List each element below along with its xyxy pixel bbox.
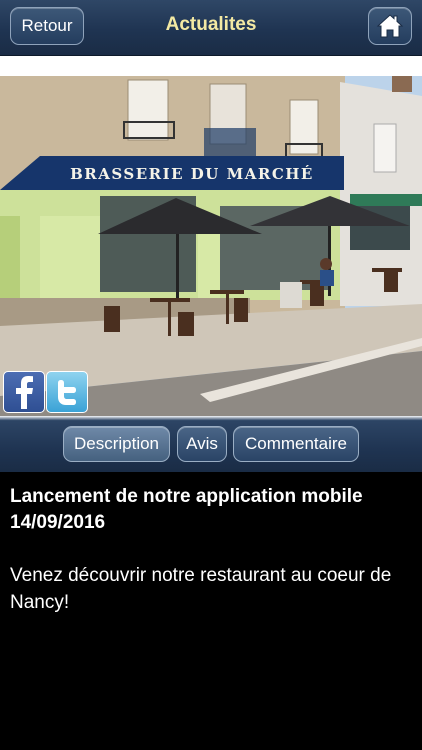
page-title: Actualites [165,14,257,35]
restaurant-photo: BRASSERIE DU MARCHÉ [0,76,422,416]
article-title: Lancement de notre application mobile [10,486,363,507]
facebook-icon [16,376,33,409]
article-content: Lancement de notre application mobile 14… [0,472,422,750]
article-date: 14/09/2016 [10,512,106,533]
brasserie-sign: BRASSERIE DU MARCHÉ [70,165,314,183]
tab-commentaire[interactable]: Commentaire [233,426,359,462]
article-headline: Lancement de notre application mobile 14… [10,484,412,536]
navigation-bar: Retour Actualites [0,0,422,56]
twitter-icon [58,380,76,405]
twitter-button[interactable] [46,371,88,413]
article-body: Venez découvrir notre restaurant au coeu… [10,565,392,613]
photo-area: BRASSERIE DU MARCHÉ [0,56,422,416]
home-icon [376,14,404,38]
tab-avis[interactable]: Avis [177,426,227,462]
tab-bar: Description Avis Commentaire [0,416,422,472]
home-button[interactable] [368,7,412,45]
facebook-button[interactable] [3,371,45,413]
tab-description[interactable]: Description [63,426,170,462]
